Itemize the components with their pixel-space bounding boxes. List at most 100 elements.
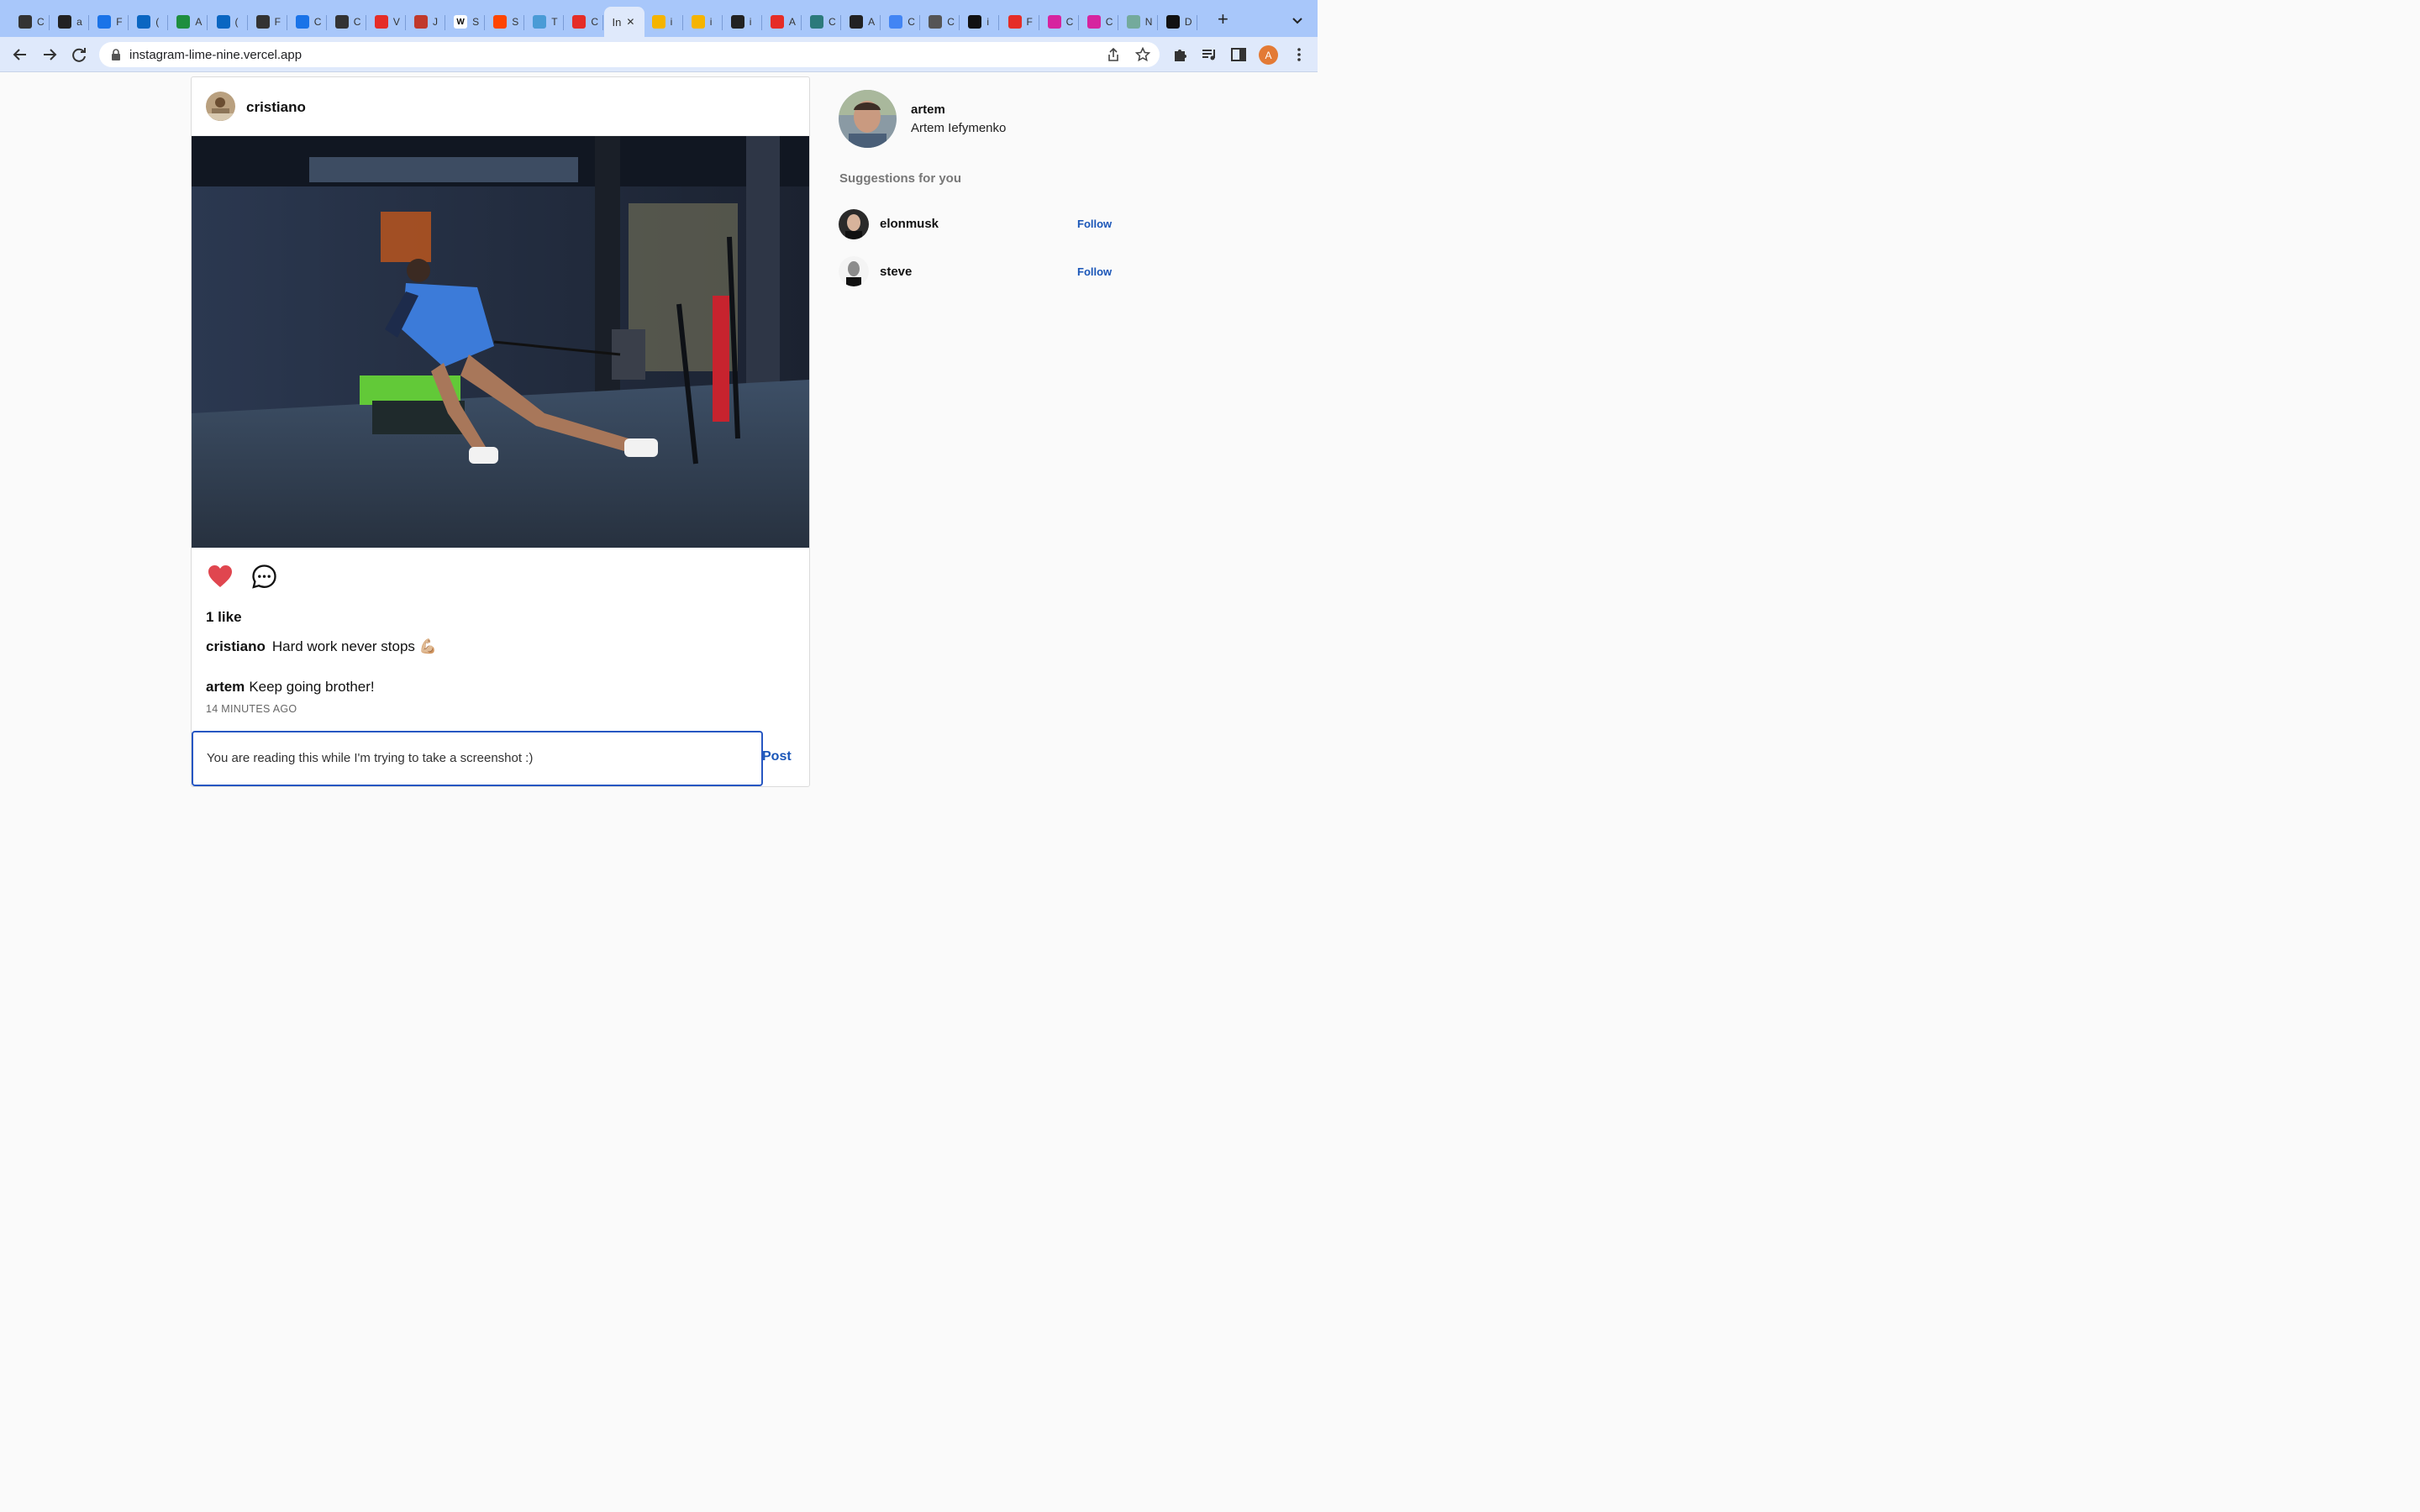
- forward-button[interactable]: [40, 45, 59, 64]
- browser-tab[interactable]: N: [1118, 7, 1158, 37]
- current-user-username[interactable]: artem: [911, 102, 945, 117]
- tab-strip: Ca F(A(F C C V J W S S T C In ✕ i i i A C A C Ci F C C N D: [0, 0, 1318, 37]
- post-comment-button[interactable]: Post: [762, 749, 792, 764]
- chevron-down-icon: [1292, 18, 1302, 24]
- browser-tab[interactable]: (: [129, 7, 169, 37]
- youtube-icon: [770, 15, 784, 29]
- browser-tab-label: S: [512, 16, 519, 28]
- browser-tab[interactable]: A: [762, 7, 802, 37]
- browser-tab[interactable]: A: [841, 7, 881, 37]
- extensions-button[interactable]: [1172, 46, 1189, 63]
- browser-tab[interactable]: i: [723, 7, 762, 37]
- new-tab-button[interactable]: +: [1218, 10, 1234, 29]
- current-user-avatar[interactable]: [839, 90, 897, 148]
- medium-icon: [1165, 15, 1180, 29]
- browser-tab[interactable]: i: [644, 7, 683, 37]
- reload-button[interactable]: [70, 45, 88, 64]
- browser-tab[interactable]: J: [406, 7, 446, 37]
- side-panel-button[interactable]: [1230, 46, 1247, 63]
- browser-tab[interactable]: i: [683, 7, 723, 37]
- profile-avatar-button[interactable]: A: [1259, 45, 1278, 65]
- share-button[interactable]: [1106, 47, 1121, 62]
- post-caption: cristiano Hard work never stops 💪🏼: [206, 638, 437, 655]
- arrow-left-icon: [13, 49, 26, 60]
- comment-input[interactable]: [207, 751, 744, 765]
- browser-tab[interactable]: T: [524, 7, 565, 37]
- sheets-icon: [176, 15, 191, 29]
- browser-tab-label: J: [433, 16, 438, 28]
- browser-tab[interactable]: C: [881, 7, 921, 37]
- bookmark-button[interactable]: [1134, 46, 1151, 62]
- browser-tab-label: C: [829, 16, 836, 28]
- reload-icon: [72, 48, 86, 62]
- suggestion-avatar-steve[interactable]: [839, 256, 869, 286]
- puzzle-icon: [1175, 50, 1186, 61]
- browser-tab[interactable]: F: [1000, 7, 1039, 37]
- side-panel-icon: [1231, 48, 1246, 61]
- browser-tab-label: F: [116, 16, 123, 28]
- author-avatar[interactable]: [206, 92, 235, 121]
- browser-tab-label: C: [353, 16, 361, 28]
- browser-tab[interactable]: F: [248, 7, 287, 37]
- browser-tab[interactable]: C: [1039, 7, 1079, 37]
- browser-tab[interactable]: C: [564, 7, 604, 37]
- browser-tab[interactable]: WS: [445, 7, 486, 37]
- like-count[interactable]: 1 like: [206, 609, 242, 626]
- browser-tab-label: A: [868, 16, 876, 28]
- comment-author[interactable]: artem: [206, 679, 245, 695]
- browser-tab[interactable]: C: [802, 7, 842, 37]
- browser-menu-button[interactable]: [1291, 46, 1307, 63]
- address-bar[interactable]: instagram-lime-nine.vercel.app: [99, 42, 1160, 67]
- like-button[interactable]: [207, 564, 234, 589]
- speech-bubble-icon: [252, 564, 276, 589]
- media-queue-icon: [1202, 50, 1215, 60]
- browser-tab[interactable]: C: [327, 7, 366, 37]
- suggestion-avatar-elonmusk[interactable]: [839, 209, 869, 239]
- browser-tab[interactable]: F: [89, 7, 129, 37]
- suggestion-username[interactable]: elonmusk: [880, 217, 939, 231]
- browser-tab-label: (: [234, 16, 239, 28]
- follow-button-elonmusk[interactable]: Follow: [1077, 218, 1112, 230]
- linkedin-icon: [216, 15, 230, 29]
- openai-icon: [414, 15, 428, 29]
- browser-tab[interactable]: C: [10, 7, 50, 37]
- calendar-icon: [295, 15, 309, 29]
- browser-tab-label: a: [76, 16, 82, 28]
- share-icon: [1108, 47, 1118, 61]
- caption-author[interactable]: cristiano: [206, 638, 266, 654]
- browser-tab[interactable]: A: [168, 7, 208, 37]
- plus-circle-icon: [18, 15, 32, 29]
- back-button[interactable]: [11, 45, 29, 64]
- browser-tab-label: N: [1144, 16, 1153, 28]
- browser-tab[interactable]: C: [920, 7, 960, 37]
- comment-button[interactable]: [251, 564, 277, 590]
- post-card: cristiano 1 like cristiano Hard work nev…: [191, 76, 810, 787]
- kebab-menu-icon: [1297, 48, 1301, 61]
- browser-tab-label: D: [1184, 16, 1192, 28]
- browser-tab-label: C: [1105, 16, 1113, 28]
- browser-tab[interactable]: (: [208, 7, 248, 37]
- browser-tab[interactable]: i: [960, 7, 1000, 37]
- close-tab-icon[interactable]: ✕: [626, 16, 634, 28]
- follow-button-steve[interactable]: Follow: [1077, 265, 1112, 278]
- browser-tab-label: i: [749, 16, 752, 28]
- browser-tab[interactable]: S: [485, 7, 525, 37]
- youtube-icon: [374, 15, 388, 29]
- browser-tab[interactable]: a: [50, 7, 90, 37]
- media-control-button[interactable]: [1201, 46, 1218, 63]
- suggestion-username[interactable]: steve: [880, 265, 912, 279]
- browser-tab-label: (: [155, 16, 160, 28]
- browser-tab[interactable]: In ✕: [603, 7, 644, 37]
- browser-tab-label: C: [908, 16, 915, 28]
- suggestions-title: Suggestions for you: [839, 171, 962, 186]
- post-author-username[interactable]: cristiano: [246, 99, 306, 116]
- browser-tab-label: V: [392, 16, 400, 28]
- youtube-icon: [1007, 15, 1022, 29]
- tab-search-button[interactable]: [1289, 12, 1306, 29]
- browser-tab[interactable]: V: [366, 7, 406, 37]
- browser-tab[interactable]: C: [287, 7, 327, 37]
- url-text[interactable]: instagram-lime-nine.vercel.app: [129, 48, 302, 62]
- browser-tab-label: C: [947, 16, 955, 28]
- browser-tab[interactable]: D: [1158, 7, 1197, 37]
- browser-tab[interactable]: C: [1079, 7, 1118, 37]
